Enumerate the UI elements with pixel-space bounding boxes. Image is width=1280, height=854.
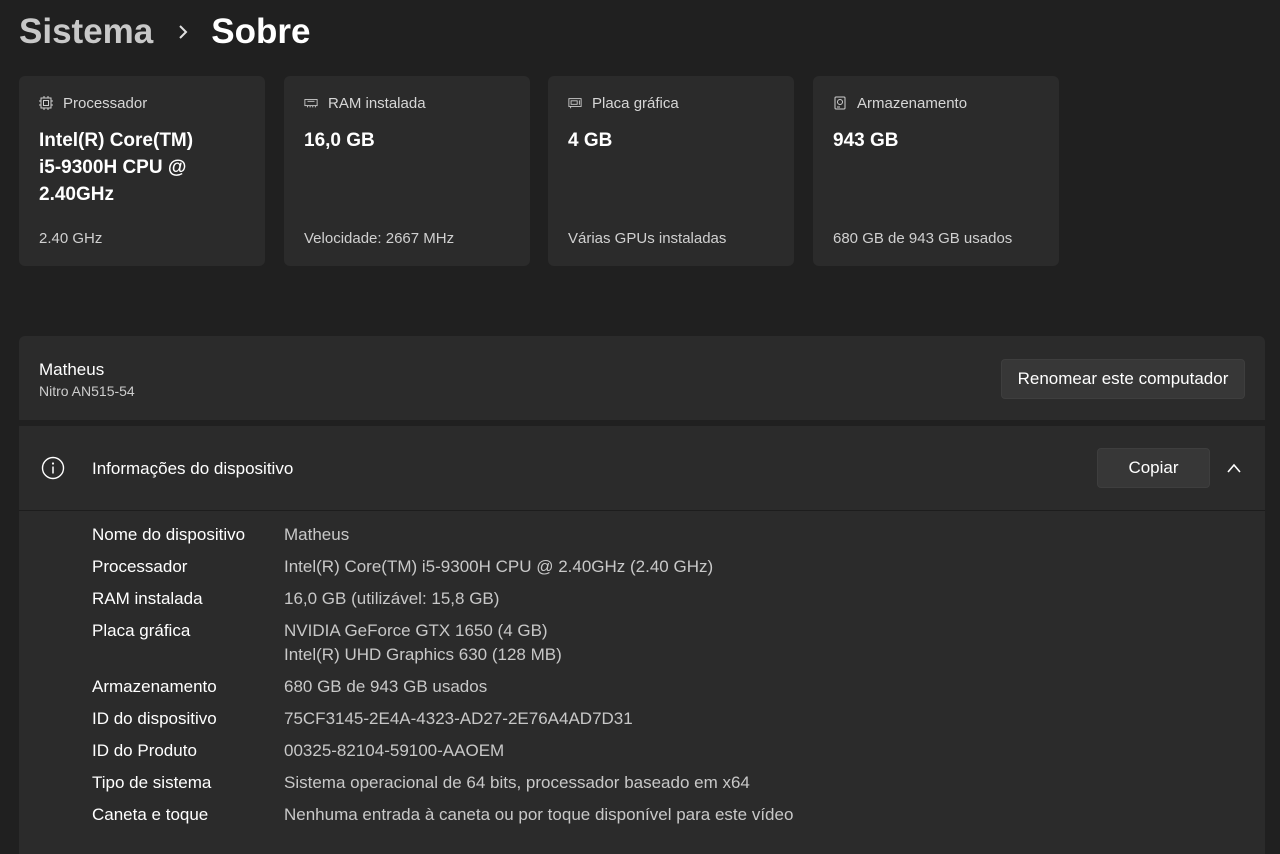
spec-value-line: Intel(R) Core(TM) i5-9300H CPU @ 2.40GHz… bbox=[284, 557, 714, 576]
card-value: Intel(R) Core(TM) i5-9300H CPU @ 2.40GHz bbox=[39, 130, 194, 205]
device-spec-list: Nome do dispositivo Matheus Processador Int… bbox=[92, 523, 1242, 835]
card-subtitle: 2.40 GHz bbox=[39, 230, 103, 247]
spec-value-line: Sistema operacional de 64 bits, processa… bbox=[284, 773, 750, 792]
spec-value[interactable]: 00325-82104-59100-AAOEM bbox=[284, 739, 504, 763]
spec-row: RAM instalada 16,0 GB (utilizável: 15,8 G… bbox=[92, 587, 1242, 611]
spec-value[interactable]: 16,0 GB (utilizável: 15,8 GB) bbox=[284, 587, 499, 611]
spec-value-line: Matheus bbox=[284, 525, 350, 544]
spec-value-line: Intel(R) UHD Graphics 630 (128 MB) bbox=[284, 645, 562, 664]
device-info-title: Informações do dispositivo bbox=[92, 459, 294, 478]
computer-model: Nitro AN515-54 bbox=[39, 383, 135, 399]
spec-row: ID do Produto 00325-82104-59100-AAOEM bbox=[92, 739, 1242, 763]
device-info-panel: Informações do dispositivo Copiar Nome d… bbox=[19, 426, 1265, 854]
info-icon bbox=[41, 456, 65, 480]
spec-value-line: 16,0 GB (utilizável: 15,8 GB) bbox=[284, 589, 500, 608]
graphics-card-icon bbox=[568, 96, 582, 110]
graphics-card: Placa gráfica 4 GB Várias GPUs instalada… bbox=[548, 76, 794, 266]
spec-row: Nome do dispositivo Matheus bbox=[92, 523, 1242, 547]
card-value: 16,0 GB bbox=[304, 130, 375, 151]
copy-button[interactable]: Copiar bbox=[1097, 448, 1210, 488]
chevron-right-icon bbox=[177, 25, 189, 39]
spec-value-line: 00325-82104-59100-AAOEM bbox=[284, 741, 505, 760]
spec-value-line: 680 GB de 943 GB usados bbox=[284, 677, 488, 696]
processor-card: Processador Intel(R) Core(TM) i5-9300H C… bbox=[19, 76, 265, 266]
spec-value-line: NVIDIA GeForce GTX 1650 (4 GB) bbox=[284, 621, 548, 640]
card-value: 943 GB bbox=[833, 130, 899, 151]
spec-row: Placa gráfica NVIDIA GeForce GTX 1650 (4 … bbox=[92, 619, 1242, 667]
breadcrumb-parent-sistema[interactable]: Sistema bbox=[19, 12, 153, 52]
breadcrumb: Sistema Sobre bbox=[19, 8, 310, 56]
card-title: Armazenamento bbox=[857, 94, 968, 112]
spec-label: ID do Produto bbox=[92, 741, 197, 760]
spec-value[interactable]: NVIDIA GeForce GTX 1650 (4 GB) Intel(R) U… bbox=[284, 619, 562, 667]
spec-label: Armazenamento bbox=[92, 677, 217, 696]
spec-label: Placa gráfica bbox=[92, 621, 191, 640]
computer-name: Matheus bbox=[39, 360, 105, 379]
spec-label: RAM instalada bbox=[92, 589, 203, 608]
spec-row: Caneta e toque Nenhuma entrada à caneta o… bbox=[92, 803, 1242, 827]
spec-row: ID do dispositivo 75CF3145-2E4A-4323-AD27… bbox=[92, 707, 1242, 731]
computer-name-panel: Matheus Nitro AN515-54 Renomear este com… bbox=[19, 336, 1265, 420]
spec-value[interactable]: 680 GB de 943 GB usados bbox=[284, 675, 487, 699]
spec-row: Processador Intel(R) Core(TM) i5-9300H CP… bbox=[92, 555, 1242, 579]
spec-value-line: 75CF3145-2E4A-4323-AD27-2E76A4AD7D31 bbox=[284, 709, 633, 728]
spec-value[interactable]: 75CF3145-2E4A-4323-AD27-2E76A4AD7D31 bbox=[284, 707, 633, 731]
storage-drive-icon bbox=[833, 96, 847, 110]
spec-value[interactable]: Sistema operacional de 64 bits, processa… bbox=[284, 771, 750, 795]
spec-value[interactable]: Nenhuma entrada à caneta ou por toque di… bbox=[284, 803, 793, 827]
spec-value[interactable]: Intel(R) Core(TM) i5-9300H CPU @ 2.40GHz… bbox=[284, 555, 713, 579]
card-subtitle: Várias GPUs instaladas bbox=[568, 230, 727, 247]
chevron-up-icon[interactable] bbox=[1226, 461, 1242, 475]
divider bbox=[19, 510, 1265, 511]
card-title: Placa gráfica bbox=[592, 94, 679, 112]
spec-label: Nome do dispositivo bbox=[92, 525, 246, 544]
ram-card: RAM instalada 16,0 GB Velocidade: 2667 M… bbox=[284, 76, 530, 266]
card-subtitle: 680 GB de 943 GB usados bbox=[833, 230, 1013, 247]
card-title: Processador bbox=[63, 94, 148, 112]
card-title: RAM instalada bbox=[328, 94, 426, 112]
spec-label: ID do dispositivo bbox=[92, 709, 217, 728]
spec-value-line: Nenhuma entrada à caneta ou por toque di… bbox=[284, 805, 794, 824]
spec-value[interactable]: Matheus bbox=[284, 523, 349, 547]
spec-label: Processador bbox=[92, 557, 188, 576]
spec-row: Armazenamento 680 GB de 943 GB usados bbox=[92, 675, 1242, 699]
ram-memory-icon bbox=[304, 96, 318, 110]
device-info-header[interactable]: Informações do dispositivo Copiar bbox=[19, 426, 1265, 510]
spec-row: Tipo de sistema Sistema operacional de 64… bbox=[92, 771, 1242, 795]
spec-label: Tipo de sistema bbox=[92, 773, 212, 792]
card-value: 4 GB bbox=[568, 130, 613, 151]
page-title: Sobre bbox=[211, 12, 311, 51]
card-subtitle: Velocidade: 2667 MHz bbox=[304, 230, 455, 247]
processor-chip-icon bbox=[39, 96, 53, 110]
spec-label: Caneta e toque bbox=[92, 805, 209, 824]
rename-computer-button[interactable]: Renomear este computador bbox=[1001, 359, 1245, 399]
storage-card: Armazenamento 943 GB 680 GB de 943 GB us… bbox=[813, 76, 1059, 266]
